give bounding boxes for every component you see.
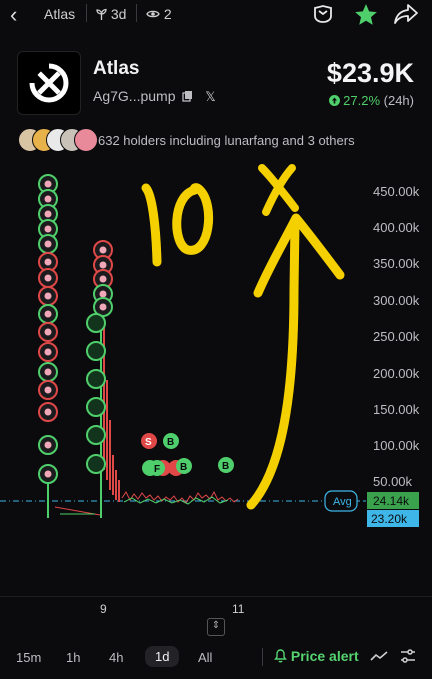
trade-marker: F xyxy=(142,460,171,476)
trade-marker xyxy=(86,397,106,417)
token-logo xyxy=(17,51,81,115)
token-price: $23.9K xyxy=(326,58,414,88)
y-tick-label: 400.00k xyxy=(373,220,420,235)
handwritten-annotation xyxy=(141,164,345,510)
sprout-icon xyxy=(96,8,107,20)
lens-icon[interactable] xyxy=(312,2,336,31)
holders-summary: 632 holders including lunarfang and 3 ot… xyxy=(98,133,355,148)
trade-marker: B xyxy=(168,458,192,476)
trade-marker xyxy=(38,402,58,422)
trade-markers xyxy=(38,174,113,484)
price-tag-value: 24.14k xyxy=(373,494,410,508)
y-tick-label: 250.00k xyxy=(373,329,420,344)
watchers-count: 2 xyxy=(163,6,172,22)
settings-sliders-icon[interactable] xyxy=(400,648,416,669)
token-age: 3d xyxy=(96,6,126,22)
price-chart[interactable]: 450.00k 400.00k 350.00k 300.00k 250.00k … xyxy=(0,160,432,600)
trade-marker-label: B xyxy=(167,437,174,448)
divider xyxy=(136,4,137,22)
token-age-value: 3d xyxy=(110,6,127,22)
change-period: (24h) xyxy=(383,93,414,108)
trade-marker xyxy=(86,454,106,474)
avg-tag: Avg xyxy=(324,490,358,512)
chart-svg[interactable]: 450.00k 400.00k 350.00k 300.00k 250.00k … xyxy=(0,160,432,600)
share-icon[interactable] xyxy=(393,2,419,31)
price-tag-value: 23.20k xyxy=(371,512,408,526)
trade-marker xyxy=(86,369,106,389)
trade-marker xyxy=(38,362,58,382)
trade-marker-label: B xyxy=(180,462,187,473)
price-tag-avg: 23.20k xyxy=(367,510,419,527)
trade-marker xyxy=(38,342,58,362)
trade-marker: B xyxy=(218,457,234,473)
x-tick-label: 11 xyxy=(232,602,245,616)
y-tick-label: 50.00k xyxy=(373,474,413,489)
token-header: Atlas Ag7G...pump 𝕏 $23.9K 27.2% (24h) xyxy=(0,48,432,118)
trade-marker xyxy=(38,304,58,324)
y-tick-label: 350.00k xyxy=(373,256,420,271)
up-arrow-icon xyxy=(328,95,340,106)
y-tick-label: 300.00k xyxy=(373,293,420,308)
timeframe-1d[interactable]: 1d xyxy=(145,646,180,667)
x-social-icon[interactable]: 𝕏 xyxy=(205,89,215,104)
trade-marker-label: F xyxy=(154,464,160,475)
timeframe-1h[interactable]: 1h xyxy=(66,650,80,665)
token-address-row: Ag7G...pump 𝕏 xyxy=(93,88,216,105)
trade-marker xyxy=(38,286,58,306)
holders-row[interactable]: 632 holders including lunarfang and 3 ot… xyxy=(18,128,418,154)
trade-marker xyxy=(86,425,106,445)
trade-marker xyxy=(38,380,58,400)
price-change: 27.2% (24h) xyxy=(328,93,414,108)
divider xyxy=(262,648,263,666)
trade-marker xyxy=(86,313,106,333)
trade-marker xyxy=(38,435,58,455)
price-alert-label: Price alert xyxy=(290,648,359,664)
divider xyxy=(86,4,87,22)
token-name: Atlas xyxy=(93,58,140,79)
timeframe-all[interactable]: All xyxy=(198,650,212,665)
back-icon[interactable]: ‹ xyxy=(10,2,17,28)
x-axis-line xyxy=(0,596,432,597)
top-bar: ‹ Atlas 3d 2 xyxy=(0,0,432,30)
line-chart-icon[interactable] xyxy=(370,649,388,668)
trade-marker xyxy=(86,341,106,361)
timeframe-15m[interactable]: 15m xyxy=(16,650,41,665)
token-address: Ag7G...pump xyxy=(93,88,176,104)
top-token-name: Atlas xyxy=(44,6,76,22)
trade-marker-label: S xyxy=(145,437,152,448)
star-icon[interactable] xyxy=(353,2,379,33)
timeframe-4h[interactable]: 4h xyxy=(109,650,123,665)
collapse-chart-button[interactable]: ⇕ xyxy=(207,618,225,636)
y-tick-label: 200.00k xyxy=(373,366,420,381)
trade-marker xyxy=(38,234,58,254)
y-tick-label: 100.00k xyxy=(373,438,420,453)
candles xyxy=(47,300,239,518)
price-alert-button[interactable]: Price alert xyxy=(274,648,359,664)
copy-icon[interactable] xyxy=(182,90,193,102)
bell-icon xyxy=(274,649,287,663)
holder-avatar xyxy=(74,128,98,152)
eye-icon xyxy=(146,10,160,18)
y-tick-label: 450.00k xyxy=(373,184,420,199)
y-tick-label: 150.00k xyxy=(373,402,420,417)
atlas-logo-icon xyxy=(29,63,69,103)
trade-marker: B xyxy=(163,433,179,449)
watchers: 2 xyxy=(146,6,172,22)
trade-marker xyxy=(38,268,58,288)
price-tag-current: 24.14k xyxy=(367,492,419,509)
x-tick-label: 9 xyxy=(100,602,107,616)
trade-marker xyxy=(38,464,58,484)
avg-label: Avg xyxy=(333,496,352,508)
trade-marker-label: B xyxy=(222,461,229,472)
trade-marker: S xyxy=(141,433,157,449)
change-percent: 27.2% xyxy=(343,93,381,108)
trade-marker xyxy=(38,322,58,342)
